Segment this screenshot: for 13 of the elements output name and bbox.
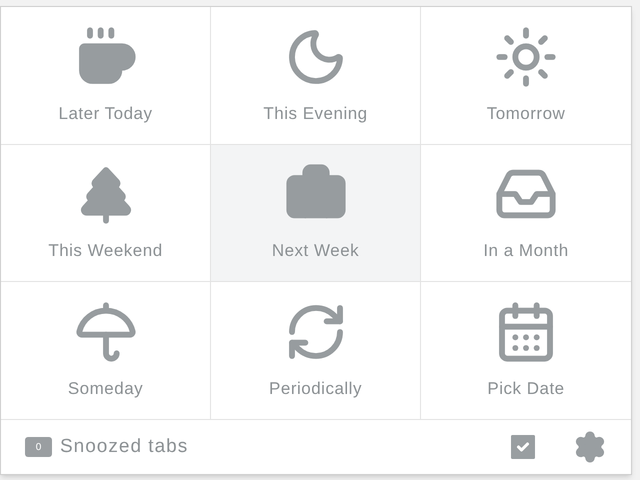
snooze-option[interactable]: In a Month <box>421 144 631 282</box>
snooze-option[interactable]: Someday <box>1 282 211 420</box>
sun-icon <box>494 24 558 89</box>
snooze-option[interactable]: Pick Date <box>421 282 631 420</box>
snooze-option[interactable]: Periodically <box>211 282 421 420</box>
umbrella-icon <box>74 300 138 364</box>
snooze-option[interactable]: This Weekend <box>1 144 211 282</box>
snoozed-tabs-link[interactable]: Snoozed tabs <box>60 432 505 462</box>
count-badge: 0 <box>25 437 52 457</box>
snooze-option[interactable]: Next Week <box>211 144 421 282</box>
snooze-option[interactable]: Later Today <box>1 7 211 145</box>
snooze-option[interactable]: Tomorrow <box>421 7 631 145</box>
snooze-option[interactable]: This Evening <box>211 7 421 145</box>
